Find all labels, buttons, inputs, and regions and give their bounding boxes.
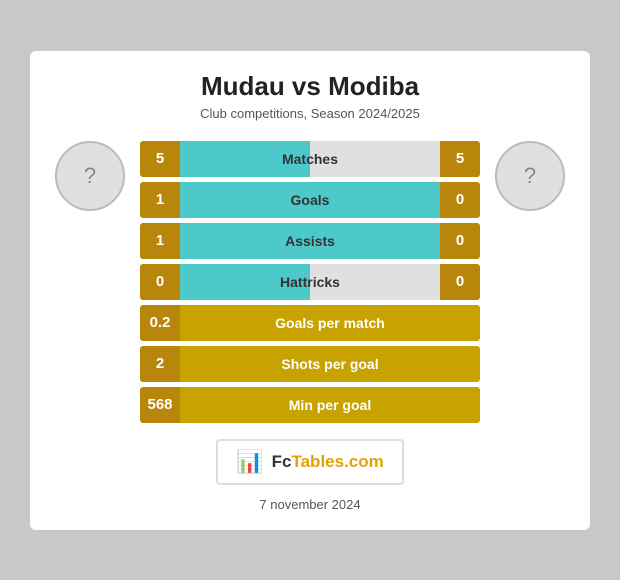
- logo-text: FcTables.com: [272, 452, 384, 472]
- stat-row-shots-per-goal: 2Shots per goal: [140, 346, 480, 382]
- stat-label-matches: Matches: [180, 151, 440, 167]
- stat-left-val-min-per-goal: 568: [140, 387, 180, 423]
- logo-text-tables: Tables.com: [291, 452, 383, 471]
- stat-left-val-matches: 5: [140, 141, 180, 177]
- stat-bar-assists: Assists: [180, 223, 440, 259]
- stat-right-val-assists: 0: [440, 223, 480, 259]
- avatar-right-icon: ?: [524, 163, 536, 189]
- stat-row-goals: 1Goals0: [140, 182, 480, 218]
- stat-bar-goals: Goals: [180, 182, 440, 218]
- avatar-left-circle: ?: [55, 141, 125, 211]
- stat-left-val-hattricks: 0: [140, 264, 180, 300]
- stat-label-shots-per-goal: Shots per goal: [180, 356, 480, 372]
- stat-right-val-matches: 5: [440, 141, 480, 177]
- stat-label-hattricks: Hattricks: [180, 274, 440, 290]
- page-subtitle: Club competitions, Season 2024/2025: [50, 106, 570, 121]
- avatar-left-icon: ?: [84, 163, 96, 189]
- stat-row-assists: 1Assists0: [140, 223, 480, 259]
- page-title: Mudau vs Modiba: [50, 71, 570, 102]
- stat-right-val-hattricks: 0: [440, 264, 480, 300]
- avatar-right: ?: [490, 141, 570, 211]
- stat-bar-hattricks: Hattricks: [180, 264, 440, 300]
- stat-left-val-goals-per-match: 0.2: [140, 305, 180, 341]
- avatar-left: ?: [50, 141, 130, 211]
- logo-area: 📊 FcTables.com: [50, 439, 570, 485]
- stat-row-hattricks: 0Hattricks0: [140, 264, 480, 300]
- content-area: ? 5Matches51Goals01Assists00Hattricks00.…: [50, 141, 570, 423]
- stat-bar-shots-per-goal: Shots per goal: [180, 346, 480, 382]
- stat-label-goals: Goals: [180, 192, 440, 208]
- stat-right-val-goals: 0: [440, 182, 480, 218]
- stat-bar-goals-per-match: Goals per match: [180, 305, 480, 341]
- stat-row-goals-per-match: 0.2Goals per match: [140, 305, 480, 341]
- comparison-card: Mudau vs Modiba Club competitions, Seaso…: [30, 51, 590, 530]
- stat-label-goals-per-match: Goals per match: [180, 315, 480, 331]
- stat-bar-matches: Matches: [180, 141, 440, 177]
- stats-area: 5Matches51Goals01Assists00Hattricks00.2G…: [140, 141, 480, 423]
- stat-row-matches: 5Matches5: [140, 141, 480, 177]
- stat-label-assists: Assists: [180, 233, 440, 249]
- stat-left-val-shots-per-goal: 2: [140, 346, 180, 382]
- date-label: 7 november 2024: [50, 497, 570, 512]
- stat-left-val-assists: 1: [140, 223, 180, 259]
- stat-label-min-per-goal: Min per goal: [180, 397, 480, 413]
- stat-bar-min-per-goal: Min per goal: [180, 387, 480, 423]
- stat-left-val-goals: 1: [140, 182, 180, 218]
- logo-box: 📊 FcTables.com: [216, 439, 404, 485]
- logo-icon: 📊: [236, 449, 263, 475]
- stat-row-min-per-goal: 568Min per goal: [140, 387, 480, 423]
- avatar-right-circle: ?: [495, 141, 565, 211]
